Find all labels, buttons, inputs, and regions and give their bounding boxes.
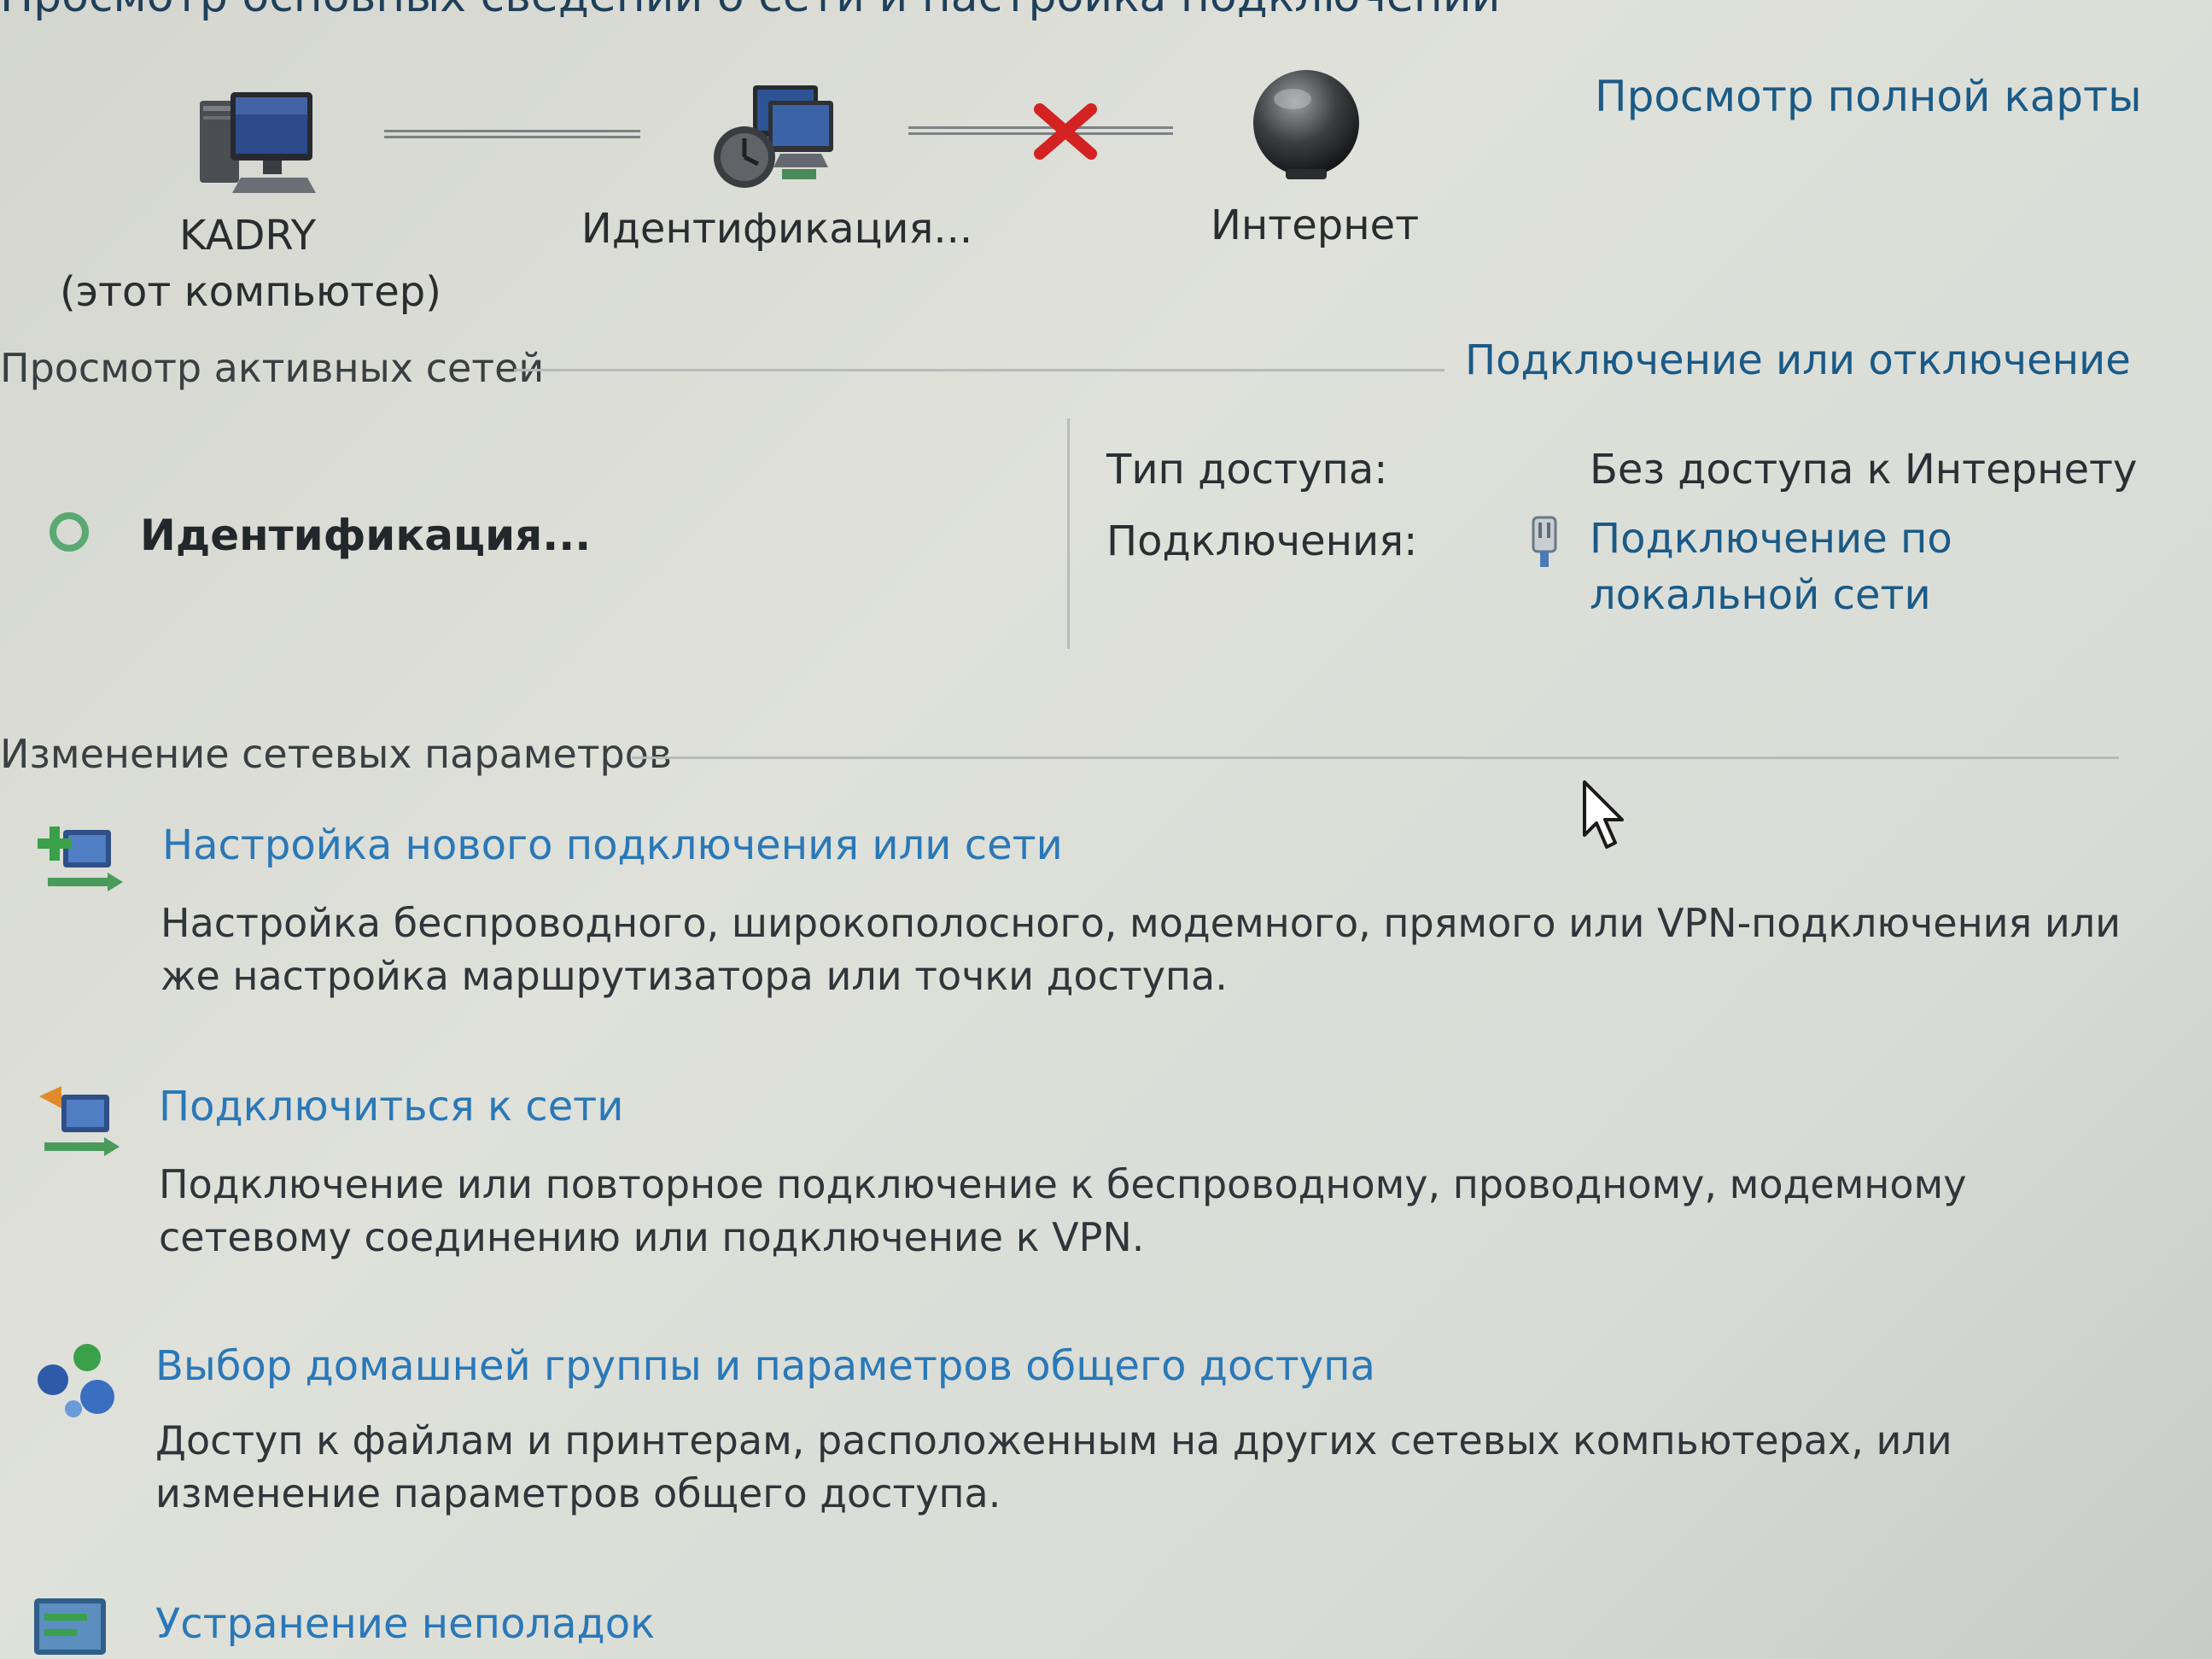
task-new-connection-description: Настройка беспроводного, широкополосного… xyxy=(161,900,2122,999)
vertical-divider xyxy=(1067,418,1070,649)
globe-icon xyxy=(1253,70,1359,179)
network-status-icon xyxy=(50,512,89,552)
computer-subtitle: (этот компьютер) xyxy=(60,268,441,316)
homegroup-icon xyxy=(38,1344,114,1417)
computer-name: KADRY xyxy=(178,212,317,260)
access-type-label: Тип доступа: xyxy=(1106,446,1388,494)
disconnected-x-icon xyxy=(1034,103,1097,160)
access-type-value: Без доступа к Интернету xyxy=(1590,446,2138,494)
connection-line-computer-network xyxy=(384,130,640,138)
internet-label: Интернет xyxy=(1210,202,1420,249)
network-label: Идентификация... xyxy=(581,205,973,253)
section-divider xyxy=(514,369,1445,371)
view-full-map-link[interactable]: Просмотр полной карты xyxy=(1595,72,2142,121)
connect-network-icon xyxy=(39,1086,120,1156)
connections-label: Подключения: xyxy=(1106,517,1418,565)
computer-node[interactable] xyxy=(198,89,318,196)
internet-node[interactable] xyxy=(1248,68,1364,184)
task-new-connection-link[interactable]: Настройка нового подключения или сети xyxy=(162,821,1063,869)
new-connection-icon xyxy=(38,827,123,891)
section-divider xyxy=(632,756,2119,759)
connect-disconnect-link[interactable]: Подключение или отключение xyxy=(1465,336,2131,384)
computer-icon xyxy=(200,92,316,193)
page-title: Просмотр основных сведений о сети и наст… xyxy=(0,0,1500,22)
task-homegroup-link[interactable]: Выбор домашней группы и параметров общег… xyxy=(155,1342,1375,1390)
task-connect-network-description: Подключение или повторное подключение к … xyxy=(159,1161,1967,1260)
troubleshoot-icon xyxy=(34,1598,106,1655)
mouse-cursor-icon xyxy=(1583,780,1624,849)
active-network-name: Идентификация... xyxy=(140,511,592,560)
active-networks-title: Просмотр активных сетей xyxy=(0,345,545,391)
network-node[interactable] xyxy=(709,82,837,193)
task-troubleshoot-link[interactable]: Устранение неполадок xyxy=(155,1600,655,1648)
network-identifying-icon xyxy=(714,85,833,188)
ethernet-icon xyxy=(1532,516,1557,567)
change-settings-title: Изменение сетевых параметров xyxy=(0,731,673,777)
task-connect-network-link[interactable]: Подключиться к сети xyxy=(159,1083,623,1130)
task-homegroup-description: Доступ к файлам и принтерам, расположенн… xyxy=(155,1417,1952,1516)
local-area-connection-link[interactable]: Подключение по локальной сети xyxy=(1590,511,1999,623)
